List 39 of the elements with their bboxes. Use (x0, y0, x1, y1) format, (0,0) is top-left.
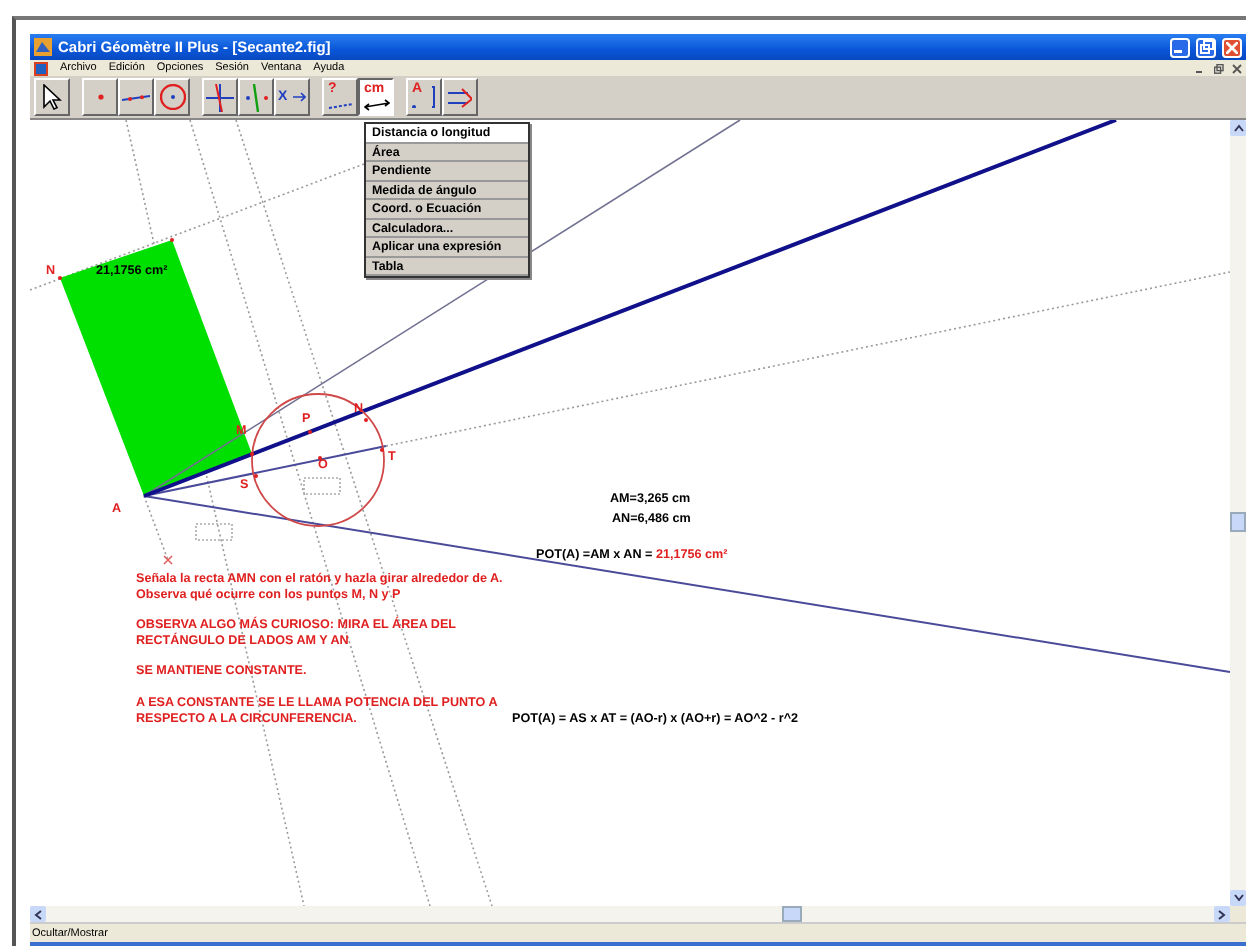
ruler-arrow-icon (363, 98, 389, 112)
point-icon (97, 94, 103, 100)
label-bracket-icon (412, 85, 436, 109)
tool-button[interactable] (202, 78, 238, 116)
scroll-right-button[interactable] (1214, 906, 1230, 922)
chevron-left-icon (34, 909, 42, 919)
document-icon (34, 61, 48, 75)
drawing-canvas[interactable] (30, 120, 1230, 906)
vertical-scrollbar[interactable] (1230, 120, 1246, 906)
chevron-down-icon (1233, 894, 1243, 902)
chevron-right-icon (1218, 909, 1226, 919)
chevron-up-icon (1233, 124, 1243, 132)
dashed-line-icon (327, 102, 353, 110)
scroll-thumb[interactable] (1230, 512, 1246, 532)
pointer-icon (42, 84, 62, 110)
restore-icon (1199, 40, 1213, 54)
restore-button[interactable] (1196, 37, 1216, 57)
scroll-up-button[interactable] (1230, 120, 1246, 136)
tool-button[interactable] (34, 78, 70, 116)
perpendicular-lines-icon (206, 83, 234, 111)
scroll-down-button[interactable] (1230, 890, 1246, 906)
scroll-left-button[interactable] (30, 906, 46, 922)
circle (251, 393, 385, 527)
line-icon (122, 93, 150, 101)
close-icon (1226, 41, 1238, 53)
tool-button[interactable] (442, 78, 478, 116)
scroll-thumb[interactable] (782, 906, 802, 922)
restore-icon (1214, 63, 1224, 73)
selection-frame (303, 477, 341, 495)
horizontal-scrollbar[interactable] (30, 906, 1230, 922)
close-button[interactable] (1222, 37, 1242, 57)
close-icon (1232, 63, 1242, 73)
arrow-icon (292, 92, 306, 102)
parallel-line-icon (245, 83, 267, 111)
selection-frame (195, 523, 233, 541)
app-icon (34, 38, 52, 56)
minimize-button[interactable] (1170, 37, 1190, 57)
point-marker (163, 555, 173, 565)
lines-arrow-icon (447, 87, 473, 107)
